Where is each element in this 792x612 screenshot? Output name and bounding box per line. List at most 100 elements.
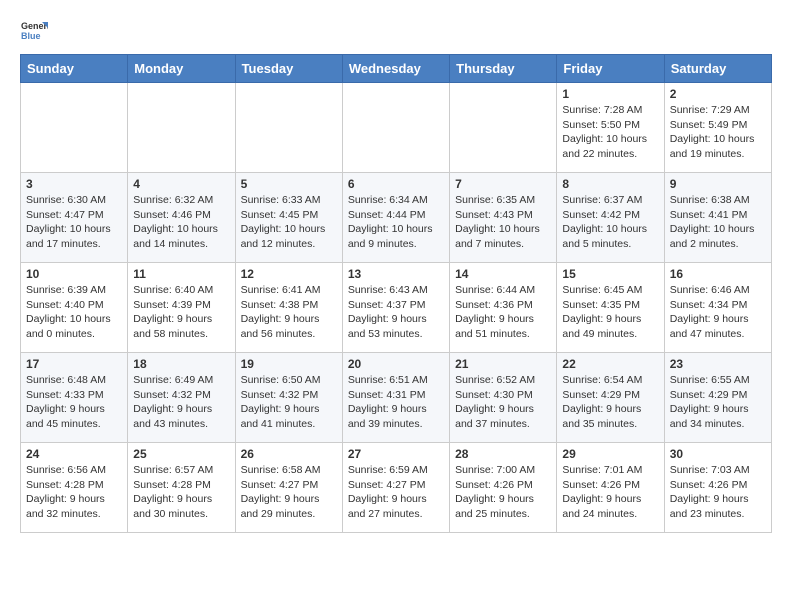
cell-info: Sunrise: 6:30 AM Sunset: 4:47 PM Dayligh… (26, 193, 122, 252)
calendar-cell: 24Sunrise: 6:56 AM Sunset: 4:28 PM Dayli… (21, 443, 128, 533)
cell-info: Sunrise: 6:34 AM Sunset: 4:44 PM Dayligh… (348, 193, 444, 252)
day-number: 8 (562, 177, 658, 191)
logo-icon: General Blue (20, 16, 48, 44)
cell-info: Sunrise: 6:59 AM Sunset: 4:27 PM Dayligh… (348, 463, 444, 522)
cell-info: Sunrise: 7:28 AM Sunset: 5:50 PM Dayligh… (562, 103, 658, 162)
calendar-cell: 16 Sunrise: 6:46 AM Sunset: 4:34 PM Dayli… (664, 263, 771, 353)
cell-info: Sunrise: 6:56 AM Sunset: 4:28 PM Dayligh… (26, 463, 122, 522)
cell-info: Sunrise: 6:45 AM Sunset: 4:35 PM Dayligh… (562, 283, 658, 342)
day-number: 9 (670, 177, 766, 191)
calendar-cell (235, 83, 342, 173)
cell-info: Sunrise: 6:50 AM Sunset: 4:32 PM Dayligh… (241, 373, 337, 432)
calendar-cell: 23 Sunrise: 6:55 AM Sunset: 4:29 PM Dayli… (664, 353, 771, 443)
day-number: 10 (26, 267, 122, 281)
calendar-cell: 27 Sunrise: 6:59 AM Sunset: 4:27 PM Dayli… (342, 443, 449, 533)
calendar-cell: 5 Sunrise: 6:33 AM Sunset: 4:45 PM Daylig… (235, 173, 342, 263)
cell-info: Sunrise: 6:51 AM Sunset: 4:31 PM Dayligh… (348, 373, 444, 432)
calendar-cell (128, 83, 235, 173)
calendar-cell (21, 83, 128, 173)
cell-info: Sunrise: 7:29 AM Sunset: 5:49 PM Dayligh… (670, 103, 766, 162)
day-number: 17 (26, 357, 122, 371)
day-number: 2 (670, 87, 766, 101)
weekday-header-saturday: Saturday (664, 55, 771, 83)
weekday-header-friday: Friday (557, 55, 664, 83)
weekday-header-wednesday: Wednesday (342, 55, 449, 83)
day-number: 20 (348, 357, 444, 371)
calendar-cell: 30Sunrise: 7:03 AM Sunset: 4:26 PM Dayli… (664, 443, 771, 533)
calendar-cell: 12 Sunrise: 6:41 AM Sunset: 4:38 PM Dayli… (235, 263, 342, 353)
cell-info: Sunrise: 6:44 AM Sunset: 4:36 PM Dayligh… (455, 283, 551, 342)
cell-info: Sunrise: 7:03 AM Sunset: 4:26 PM Dayligh… (670, 463, 766, 522)
day-number: 28 (455, 447, 551, 461)
calendar-cell (342, 83, 449, 173)
cell-info: Sunrise: 6:55 AM Sunset: 4:29 PM Dayligh… (670, 373, 766, 432)
calendar-cell: 2 Sunrise: 7:29 AM Sunset: 5:49 PM Daylig… (664, 83, 771, 173)
day-number: 15 (562, 267, 658, 281)
cell-info: Sunrise: 7:01 AM Sunset: 4:26 PM Dayligh… (562, 463, 658, 522)
logo: General Blue (20, 16, 52, 44)
calendar-cell: 11Sunrise: 6:40 AM Sunset: 4:39 PM Dayli… (128, 263, 235, 353)
svg-text:Blue: Blue (21, 31, 41, 41)
calendar-cell: 14 Sunrise: 6:44 AM Sunset: 4:36 PM Dayli… (450, 263, 557, 353)
cell-info: Sunrise: 6:33 AM Sunset: 4:45 PM Dayligh… (241, 193, 337, 252)
cell-info: Sunrise: 6:41 AM Sunset: 4:38 PM Dayligh… (241, 283, 337, 342)
calendar-cell: 15 Sunrise: 6:45 AM Sunset: 4:35 PM Dayli… (557, 263, 664, 353)
cell-info: Sunrise: 6:37 AM Sunset: 4:42 PM Dayligh… (562, 193, 658, 252)
day-number: 5 (241, 177, 337, 191)
calendar-cell: 22 Sunrise: 6:54 AM Sunset: 4:29 PM Dayli… (557, 353, 664, 443)
day-number: 11 (133, 267, 229, 281)
cell-info: Sunrise: 6:54 AM Sunset: 4:29 PM Dayligh… (562, 373, 658, 432)
calendar-cell: 10 Sunrise: 6:39 AM Sunset: 4:40 PM Dayli… (21, 263, 128, 353)
day-number: 16 (670, 267, 766, 281)
day-number: 21 (455, 357, 551, 371)
calendar-cell (450, 83, 557, 173)
day-number: 23 (670, 357, 766, 371)
cell-info: Sunrise: 6:39 AM Sunset: 4:40 PM Dayligh… (26, 283, 122, 342)
day-number: 12 (241, 267, 337, 281)
weekday-header-sunday: Sunday (21, 55, 128, 83)
day-number: 7 (455, 177, 551, 191)
day-number: 1 (562, 87, 658, 101)
weekday-header-thursday: Thursday (450, 55, 557, 83)
cell-info: Sunrise: 6:38 AM Sunset: 4:41 PM Dayligh… (670, 193, 766, 252)
calendar-cell: 8 Sunrise: 6:37 AM Sunset: 4:42 PM Daylig… (557, 173, 664, 263)
calendar-wrapper: SundayMondayTuesdayWednesdayThursdayFrid… (0, 48, 792, 533)
day-number: 27 (348, 447, 444, 461)
calendar-week-2: 3 Sunrise: 6:30 AM Sunset: 4:47 PM Daylig… (21, 173, 772, 263)
day-number: 4 (133, 177, 229, 191)
calendar-header-row: SundayMondayTuesdayWednesdayThursdayFrid… (21, 55, 772, 83)
day-number: 22 (562, 357, 658, 371)
cell-info: Sunrise: 6:43 AM Sunset: 4:37 PM Dayligh… (348, 283, 444, 342)
day-number: 29 (562, 447, 658, 461)
cell-info: Sunrise: 6:58 AM Sunset: 4:27 PM Dayligh… (241, 463, 337, 522)
day-number: 25 (133, 447, 229, 461)
day-number: 14 (455, 267, 551, 281)
calendar-cell: 17Sunrise: 6:48 AM Sunset: 4:33 PM Dayli… (21, 353, 128, 443)
calendar-cell: 28 Sunrise: 7:00 AM Sunset: 4:26 PM Dayli… (450, 443, 557, 533)
calendar-cell: 6 Sunrise: 6:34 AM Sunset: 4:44 PM Daylig… (342, 173, 449, 263)
calendar-cell: 9 Sunrise: 6:38 AM Sunset: 4:41 PM Daylig… (664, 173, 771, 263)
day-number: 18 (133, 357, 229, 371)
calendar-cell: 7 Sunrise: 6:35 AM Sunset: 4:43 PM Daylig… (450, 173, 557, 263)
calendar-week-1: 1 Sunrise: 7:28 AM Sunset: 5:50 PM Daylig… (21, 83, 772, 173)
calendar-cell: 21 Sunrise: 6:52 AM Sunset: 4:30 PM Dayli… (450, 353, 557, 443)
day-number: 6 (348, 177, 444, 191)
page-header: General Blue (0, 0, 792, 48)
weekday-header-monday: Monday (128, 55, 235, 83)
cell-info: Sunrise: 6:52 AM Sunset: 4:30 PM Dayligh… (455, 373, 551, 432)
cell-info: Sunrise: 6:32 AM Sunset: 4:46 PM Dayligh… (133, 193, 229, 252)
calendar-cell: 1 Sunrise: 7:28 AM Sunset: 5:50 PM Daylig… (557, 83, 664, 173)
calendar-cell: 13 Sunrise: 6:43 AM Sunset: 4:37 PM Dayli… (342, 263, 449, 353)
cell-info: Sunrise: 6:57 AM Sunset: 4:28 PM Dayligh… (133, 463, 229, 522)
calendar-week-3: 10 Sunrise: 6:39 AM Sunset: 4:40 PM Dayli… (21, 263, 772, 353)
day-number: 3 (26, 177, 122, 191)
calendar-cell: 25 Sunrise: 6:57 AM Sunset: 4:28 PM Dayli… (128, 443, 235, 533)
cell-info: Sunrise: 6:49 AM Sunset: 4:32 PM Dayligh… (133, 373, 229, 432)
cell-info: Sunrise: 7:00 AM Sunset: 4:26 PM Dayligh… (455, 463, 551, 522)
day-number: 13 (348, 267, 444, 281)
day-number: 26 (241, 447, 337, 461)
cell-info: Sunrise: 6:46 AM Sunset: 4:34 PM Dayligh… (670, 283, 766, 342)
calendar-cell: 18 Sunrise: 6:49 AM Sunset: 4:32 PM Dayli… (128, 353, 235, 443)
calendar-cell: 29 Sunrise: 7:01 AM Sunset: 4:26 PM Dayli… (557, 443, 664, 533)
cell-info: Sunrise: 6:35 AM Sunset: 4:43 PM Dayligh… (455, 193, 551, 252)
